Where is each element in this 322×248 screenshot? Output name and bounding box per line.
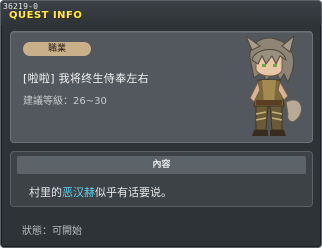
window-title: QUEST INFO <box>9 10 83 21</box>
status-label: 狀態 <box>22 226 42 237</box>
quest-content-box: 內容 村里的恶汉赫似乎有话要说。 <box>10 151 313 207</box>
npc-leg-right <box>269 105 283 131</box>
title-bar[interactable]: 36219-0 QUEST INFO <box>1 1 321 25</box>
npc-tail <box>285 99 302 123</box>
quest-title: [啦啦] 我将终生侍奉左右 <box>23 72 149 85</box>
job-badge: 職業 <box>23 42 91 56</box>
npc-vest <box>262 80 276 102</box>
level-label: 建議等級 <box>23 96 63 107</box>
status-value: 可開始 <box>52 226 82 237</box>
npc-leg-left <box>255 105 269 131</box>
quest-summary-card: 職業 [啦啦] 我将终生侍奉左右 建議等級：26~30 <box>10 31 313 143</box>
status-separator: ： <box>42 226 52 237</box>
quest-info-window: 36219-0 QUEST INFO 職業 [啦啦] 我将终生侍奉左右 建議等級… <box>0 0 322 248</box>
npc-belt <box>256 100 282 105</box>
quest-status: 狀態：可開始 <box>22 222 82 237</box>
level-separator: ： <box>63 96 73 107</box>
npc-eye-right <box>273 64 277 67</box>
npc-eye-left <box>262 64 266 67</box>
npc-boot-right <box>270 130 286 136</box>
level-range: 26~30 <box>73 96 107 107</box>
npc-portrait-icon <box>245 36 302 136</box>
recommended-level: 建議等級：26~30 <box>23 92 107 107</box>
content-text-before: 村里的 <box>29 186 62 199</box>
content-text-after: 似乎有话要说。 <box>95 186 172 199</box>
content-text: 村里的恶汉赫似乎有话要说。 <box>29 184 172 200</box>
content-header: 內容 <box>17 156 306 174</box>
npc-boot-left <box>252 130 268 136</box>
npc-name-link[interactable]: 恶汉赫 <box>62 186 95 199</box>
